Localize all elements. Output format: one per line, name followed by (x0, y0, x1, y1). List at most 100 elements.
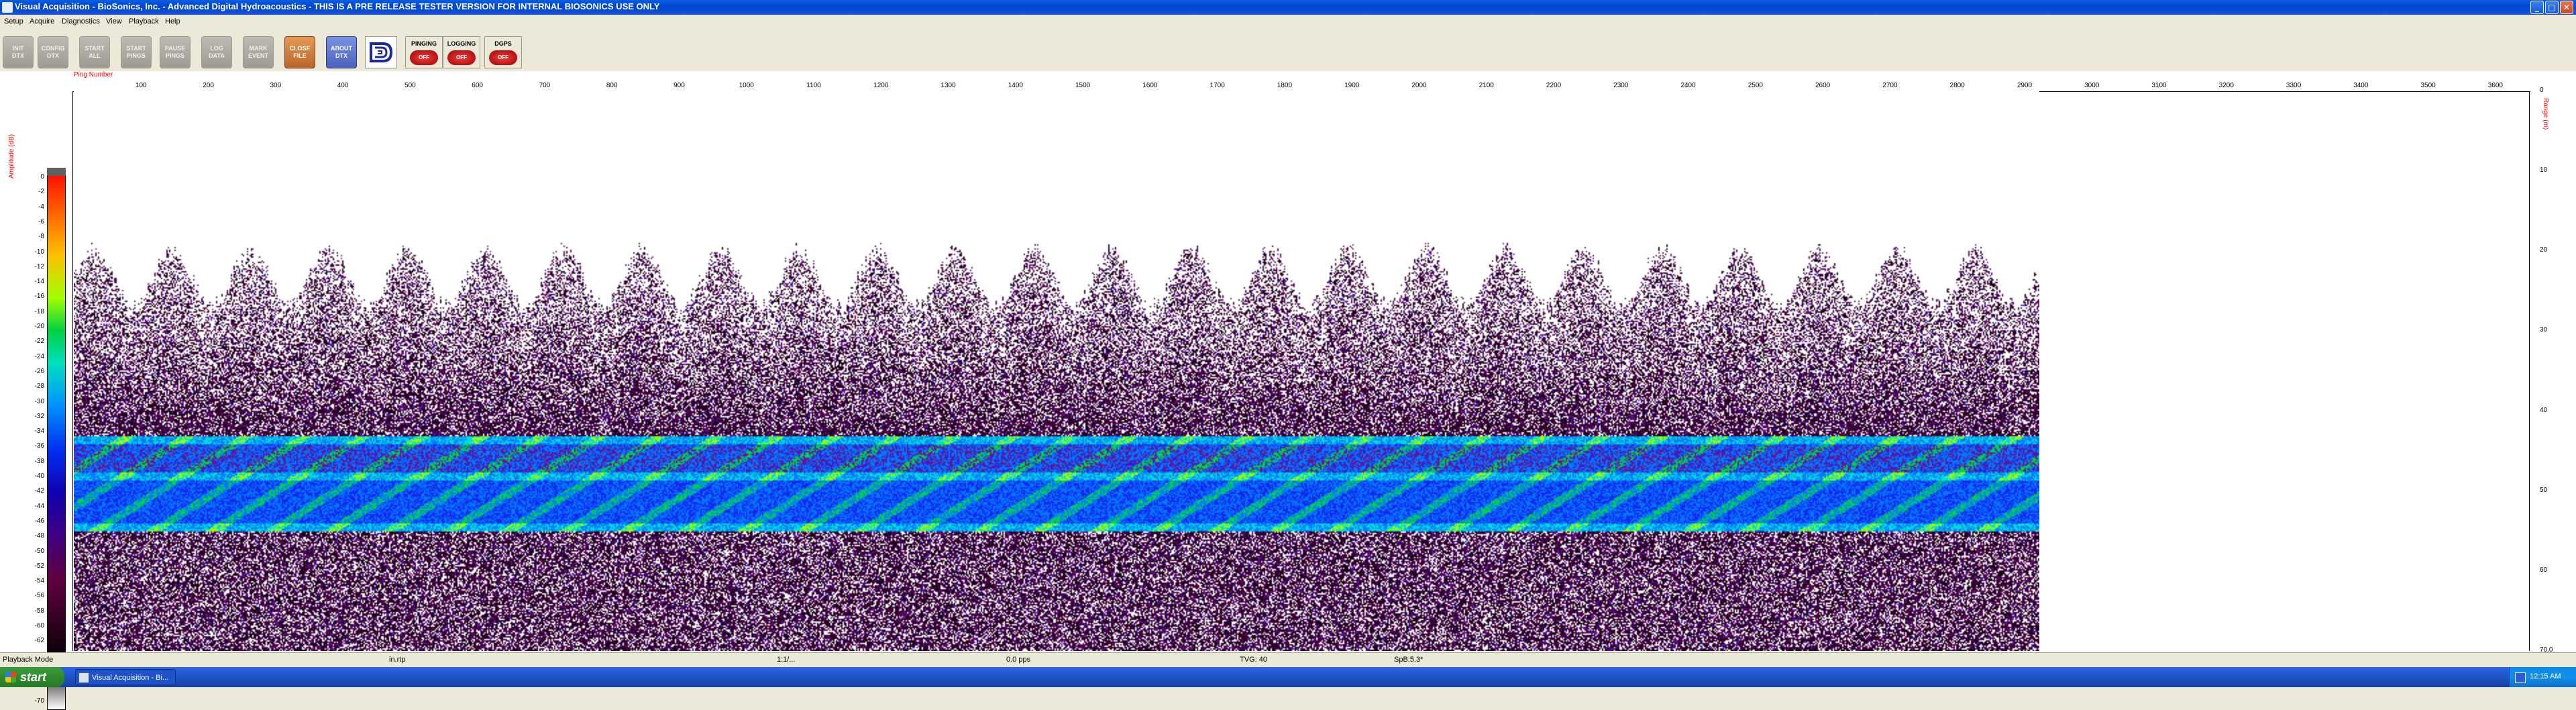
amplitude-color-scale (47, 168, 66, 710)
amplitude-tick: -48 (34, 532, 44, 540)
menu-help[interactable]: Help (165, 17, 180, 26)
ping-tick: 3500 (2420, 82, 2436, 89)
amplitude-tick: -22 (34, 338, 44, 346)
close-file-button[interactable]: CLOSE FILE (284, 36, 315, 68)
amplitude-axis-label: Amplitude (dB) (8, 134, 15, 179)
init-dtx-button[interactable]: INIT DTX (3, 36, 34, 68)
pause-pings-button[interactable]: PAUSE PINGS (160, 36, 191, 68)
ping-tick: 900 (674, 82, 685, 89)
amplitude-tick: -20 (34, 323, 44, 330)
amplitude-tick: -30 (34, 397, 44, 405)
log-data-button[interactable]: LOG DATA (201, 36, 232, 68)
ping-tick: 100 (135, 82, 147, 89)
tray-app-icon[interactable] (2515, 672, 2526, 683)
ping-tick: 1100 (806, 82, 821, 89)
ping-tick: 2300 (1613, 82, 1629, 89)
ping-tick: 500 (405, 82, 416, 89)
dgps-led-icon: OFF (489, 50, 517, 65)
range-axis-line (2529, 91, 2530, 651)
range-tick: 30 (2540, 326, 2548, 334)
logging-indicator: LOGGING OFF (443, 36, 480, 68)
pinging-led-icon: OFF (410, 50, 438, 65)
menu-diagnostics[interactable]: Diagnostics (62, 17, 100, 26)
menu-setup[interactable]: Setup (4, 17, 23, 26)
ping-tick: 800 (606, 82, 618, 89)
ping-tick: 3300 (2286, 82, 2302, 89)
dgps-indicator: DGPS OFF (484, 36, 522, 68)
ping-tick: 3400 (2353, 82, 2369, 89)
ping-tick: 1500 (1075, 82, 1091, 89)
color-scale-handle[interactable] (47, 168, 66, 176)
ping-tick: 600 (472, 82, 483, 89)
amplitude-tick: -56 (34, 592, 44, 600)
ping-tick: 2600 (1815, 82, 1831, 89)
amplitude-tick: -44 (34, 502, 44, 510)
ping-tick: 2200 (1546, 82, 1562, 89)
amplitude-tick: -40 (34, 472, 44, 480)
menu-acquire[interactable]: Acquire (30, 17, 54, 26)
range-tick: 50 (2540, 486, 2548, 494)
amplitude-tick: -36 (34, 442, 44, 450)
menu-view[interactable]: View (106, 17, 122, 26)
ping-tick: 2400 (1680, 82, 1696, 89)
ping-tick: 400 (337, 82, 349, 89)
range-tick: 60 (2540, 566, 2548, 574)
ping-tick: 200 (203, 82, 214, 89)
amplitude-tick: -28 (34, 383, 44, 391)
range-tick: 20 (2540, 246, 2548, 254)
ping-tick: 1200 (873, 82, 889, 89)
menu-playback[interactable]: Playback (129, 17, 159, 26)
menu-bar: Setup Acquire Diagnostics View Playback … (0, 15, 2576, 28)
amplitude-tick: -14 (34, 278, 44, 286)
biosonics-logo-icon (365, 36, 397, 68)
amplitude-tick: -34 (34, 427, 44, 436)
amplitude-tick: -46 (34, 517, 44, 525)
amplitude-tick: -54 (34, 577, 44, 585)
windows-logo-icon (5, 672, 16, 682)
status-position: 1:1/... (777, 656, 796, 664)
taskbar-item-visual-acquisition[interactable]: Visual Acquisition - Bi... (75, 669, 176, 685)
amplitude-tick: -58 (34, 607, 44, 615)
dgps-label: DGPS (494, 40, 512, 47)
start-pings-button[interactable]: START PINGS (121, 36, 152, 68)
amplitude-tick: -62 (34, 637, 44, 645)
ping-tick: 1400 (1008, 82, 1023, 89)
ping-tick: 3100 (2151, 82, 2167, 89)
start-all-button[interactable]: START ALL (79, 36, 110, 68)
ping-tick: 700 (539, 82, 551, 89)
ping-tick: 3600 (2487, 82, 2503, 89)
range-tick: 0 (2540, 87, 2544, 94)
toolbar: INIT DTX CONFIG DTX START ALL START PING… (0, 28, 2576, 72)
mark-event-button[interactable]: MARK EVENT (243, 36, 274, 68)
ping-tick: 1700 (1210, 82, 1225, 89)
amplitude-tick: -42 (34, 487, 44, 495)
ping-tick: 1000 (739, 82, 754, 89)
app-window-icon (78, 672, 89, 683)
config-dtx-button[interactable]: CONFIG DTX (38, 36, 68, 68)
ping-tick: 1800 (1277, 82, 1293, 89)
amplitude-tick: -38 (34, 457, 44, 465)
status-tvg: TVG: 40 (1240, 656, 1267, 664)
close-window-button[interactable]: ✕ (2560, 1, 2573, 14)
system-tray: 12:15 AM (2509, 667, 2576, 687)
amplitude-tick: -32 (34, 412, 44, 420)
start-button[interactable]: start (0, 667, 64, 687)
ping-tick: 2000 (1411, 82, 1427, 89)
ping-tick: 1900 (1344, 82, 1360, 89)
about-dtx-button[interactable]: ABOUT DTX (326, 36, 357, 68)
start-label: start (20, 670, 47, 684)
ping-tick: 2500 (1748, 82, 1763, 89)
pinging-indicator: PINGING OFF (405, 36, 443, 68)
app-icon (2, 2, 13, 13)
ping-tick: 1300 (941, 82, 956, 89)
echogram-canvas[interactable] (74, 91, 2039, 651)
logging-label: LOGGING (447, 40, 476, 47)
amplitude-tick: 0 (40, 173, 44, 181)
amplitude-tick: -70 (34, 697, 44, 705)
clock: 12:15 AM (2530, 672, 2561, 680)
status-file: in.rtp (389, 656, 406, 664)
amplitude-tick: -24 (34, 352, 44, 360)
ping-tick: 2700 (1882, 82, 1898, 89)
maximize-button[interactable]: □ (2545, 1, 2559, 14)
minimize-button[interactable]: _ (2530, 1, 2544, 14)
